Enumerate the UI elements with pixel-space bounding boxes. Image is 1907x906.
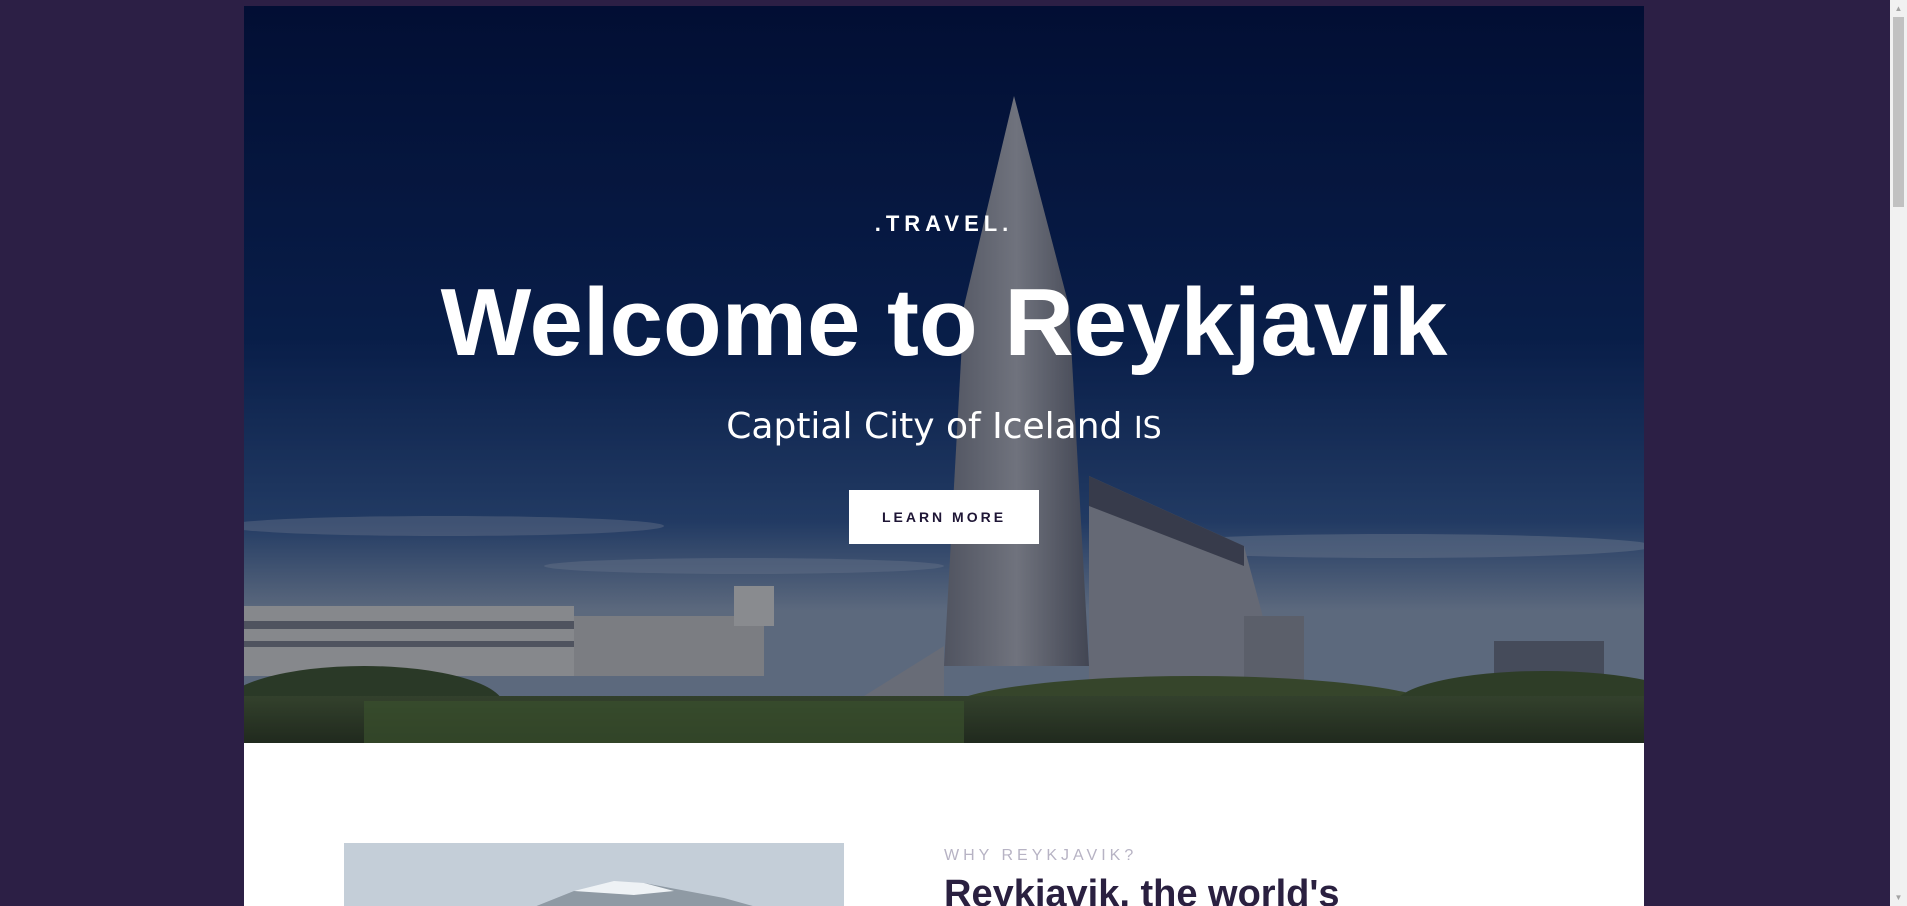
about-image <box>344 843 844 906</box>
page-background: .TRAVEL. Welcome to Reykjavik Captial Ci… <box>0 0 1907 906</box>
hero-eyebrow: .TRAVEL. <box>874 211 1014 236</box>
about-section: WHY REYKJAVIK? Reykjavik, the world's <box>244 743 1644 906</box>
page-scrollbar[interactable]: ▲ ▼ <box>1890 0 1907 906</box>
hero-subtitle-text: Captial City of Iceland <box>726 406 1123 447</box>
mountain-image <box>344 843 844 906</box>
hero-section: .TRAVEL. Welcome to Reykjavik Captial Ci… <box>244 6 1644 743</box>
learn-more-button[interactable]: LEARN MORE <box>849 490 1039 544</box>
site-container: .TRAVEL. Welcome to Reykjavik Captial Ci… <box>244 6 1644 906</box>
hero-subtitle: Captial City of Iceland IS <box>244 406 1644 447</box>
chevron-up-icon[interactable]: ▲ <box>1890 0 1907 17</box>
about-eyebrow: WHY REYKJAVIK? <box>944 847 1138 864</box>
iceland-flag-icon: IS <box>1133 411 1162 446</box>
chevron-down-icon[interactable]: ▼ <box>1890 889 1907 906</box>
scrollbar-thumb[interactable] <box>1893 17 1904 207</box>
hero-title: Welcome to Reykjavik <box>440 269 1448 376</box>
about-heading: Reykjavik, the world's <box>944 873 1340 906</box>
